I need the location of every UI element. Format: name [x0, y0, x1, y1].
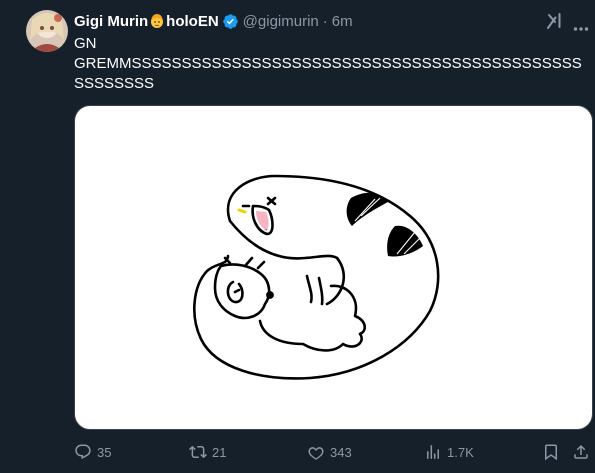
view-count: 1.7K [447, 444, 474, 460]
reply-icon [75, 444, 91, 460]
tweet-header: Gigi Murin holoEN @gigimurin · 6m [74, 11, 353, 31]
more-icon[interactable] [573, 19, 589, 31]
tweet-media-image[interactable] [74, 105, 593, 430]
tweet-text-line: GN [74, 35, 97, 52]
verified-badge-icon [222, 13, 239, 30]
cat-drawing [193, 174, 440, 380]
bookmark-button[interactable] [542, 441, 560, 463]
like-count: 343 [330, 444, 352, 460]
tweet-text: GN GREMMSSSSSSSSSSSSSSSSSSSSSSSSSSSSSSSS… [74, 34, 589, 94]
analytics-icon [427, 445, 439, 459]
grok-icon[interactable] [546, 12, 564, 30]
heart-icon [308, 447, 324, 460]
retweet-count: 21 [212, 444, 227, 460]
separator-dot: · [322, 12, 328, 30]
share-button[interactable] [572, 441, 590, 463]
reply-button[interactable]: 35 [74, 441, 111, 463]
tweet-actions: 35 21 343 1.7K [74, 441, 595, 463]
display-name-suffix[interactable]: holoEN [166, 13, 219, 30]
like-button[interactable]: 343 [307, 441, 352, 463]
tweet-text-line: GREMMSSSSSSSSSSSSSSSSSSSSSSSSSSSSSSSSSSS… [74, 55, 582, 92]
user-handle[interactable]: @gigimurin [243, 13, 319, 30]
share-icon [574, 444, 588, 459]
retweet-icon [189, 445, 207, 459]
avatar[interactable] [26, 10, 68, 52]
views-button[interactable]: 1.7K [424, 441, 474, 463]
blonde-person-emoji-icon [149, 13, 165, 29]
timestamp[interactable]: 6m [332, 13, 353, 30]
tweet: Gigi Murin holoEN @gigimurin · 6m GN GRE… [0, 0, 595, 473]
display-name[interactable]: Gigi Murin [74, 13, 148, 30]
retweet-button[interactable]: 21 [189, 441, 226, 463]
bookmark-icon [545, 444, 557, 461]
reply-count: 35 [97, 444, 112, 460]
